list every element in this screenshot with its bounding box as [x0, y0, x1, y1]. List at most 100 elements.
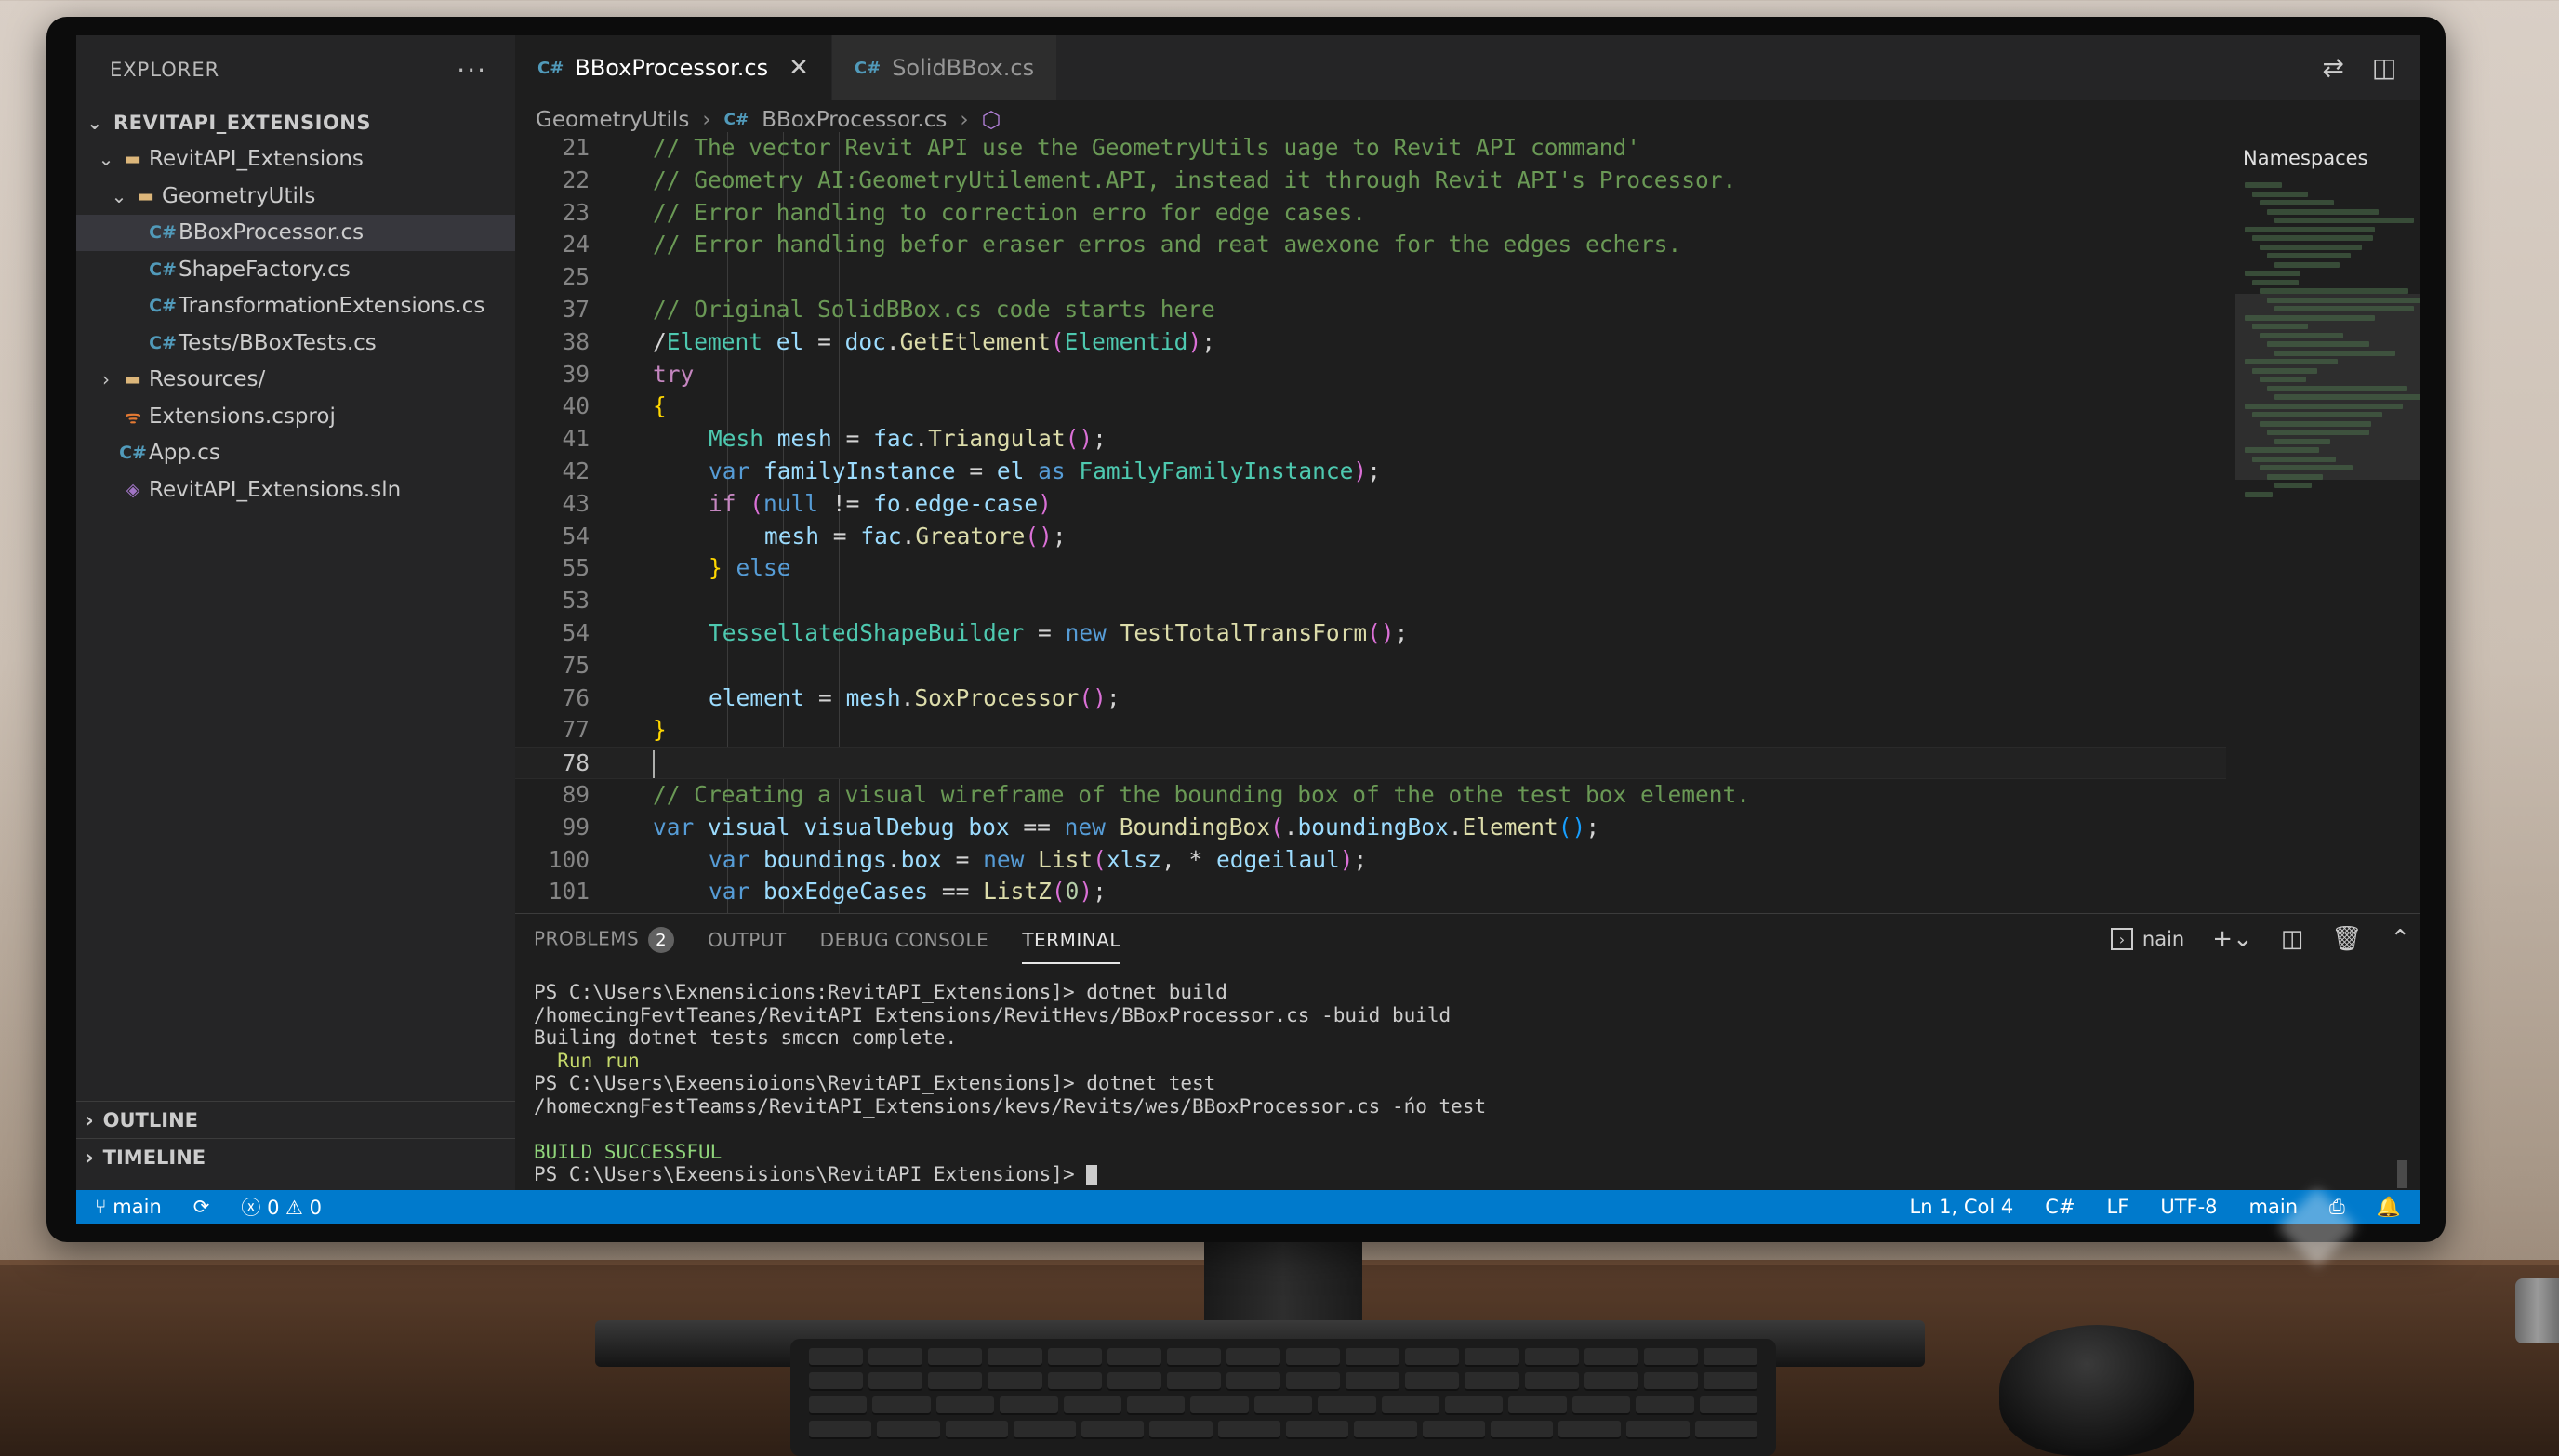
csharp-file-icon: C#	[537, 58, 564, 78]
line-ending[interactable]: LF	[2107, 1196, 2129, 1218]
tree-item-file[interactable]: ◈ RevitAPI_Extensions.sln	[76, 471, 515, 509]
code-line[interactable]: 78	[515, 747, 2226, 779]
terminal-shell-selector[interactable]: › nain	[2110, 928, 2185, 950]
compare-changes-icon[interactable]: ⇄	[2322, 52, 2343, 83]
warning-icon: ⚠	[285, 1197, 310, 1219]
language-mode[interactable]: C#	[2045, 1196, 2075, 1218]
close-icon[interactable]: ✕	[789, 54, 809, 82]
code-line[interactable]: 54 TessellatedShapeBuilder = new TestTota…	[515, 617, 2226, 650]
minimap-line	[2252, 456, 2336, 462]
split-editor-icon[interactable]: ◫	[2372, 52, 2396, 83]
workspace-root[interactable]: ⌄ REVITAPI_EXTENSIONS	[76, 104, 515, 141]
terminal-line: PS C:\Users\Exnensicions:RevitAPI_Extens…	[534, 981, 1227, 1003]
terminal-cursor	[1086, 1165, 1098, 1185]
encoding[interactable]: UTF-8	[2160, 1196, 2217, 1218]
problems-indicator[interactable]: ⓧ 0 ⚠ 0	[241, 1193, 322, 1221]
tree-item-file[interactable]: C# ShapeFactory.cs	[76, 251, 515, 288]
more-actions-icon[interactable]: ···	[457, 55, 487, 86]
outline-section[interactable]: › OUTLINE	[76, 1101, 515, 1138]
chevron-right-icon: ›	[702, 108, 711, 132]
code-line[interactable]: 24 // Error handling befor eraser erros a…	[515, 229, 2226, 261]
code-editor[interactable]: 21 // The vector Revit API use the Geomet…	[515, 132, 2226, 913]
tab-problems[interactable]: PROBLEMS 2	[534, 927, 675, 953]
code-text: // Original SolidBBox.cs code starts her…	[653, 295, 1215, 323]
tree-item-folder[interactable]: ⌄ ▬ GeometryUtils	[76, 178, 515, 215]
split-terminal-icon[interactable]: ◫	[2281, 925, 2304, 953]
code-line[interactable]: 54 mesh = fac.Greatore();	[515, 521, 2226, 553]
editor-actions: ⇄ ◫ ···	[2322, 52, 2420, 83]
code-line[interactable]: 39 try	[515, 359, 2226, 391]
line-number: 78	[562, 749, 590, 777]
code-line[interactable]: 55} else	[515, 552, 2226, 585]
panel-actions: ›nain +⌄ ◫ 🗑 ⌃ ✕	[2110, 925, 2420, 953]
code-line[interactable]: 23 // Error handling to correction erro f…	[515, 197, 2226, 230]
tree-item-file[interactable]: C# App.cs	[76, 435, 515, 472]
code-line[interactable]: 21 // The vector Revit API use the Geomet…	[515, 132, 2226, 165]
minimap-line	[2274, 261, 2340, 268]
tab-solidbbox[interactable]: C# SolidBBox.cs	[831, 35, 1058, 100]
branch-name: main	[113, 1196, 162, 1218]
code-line[interactable]: 22 // Geometry AI:GeometryUtilement.API, …	[515, 165, 2226, 197]
explorer-title: EXPLORER	[110, 59, 220, 81]
terminal-output[interactable]: PS C:\Users\Exnensicions:RevitAPI_Extens…	[534, 981, 1486, 1186]
tree-item-label: ShapeFactory.cs	[179, 257, 351, 282]
line-number: 38	[562, 327, 590, 355]
tree-item-file[interactable]: C# Tests/BBoxTests.cs	[76, 324, 515, 362]
breadcrumb-file[interactable]: BBoxProcessor.cs	[762, 108, 947, 132]
code-line[interactable]: 37 // Original SolidBBox.cs code starts h…	[515, 294, 2226, 326]
outline-label: OUTLINE	[102, 1108, 199, 1132]
code-line[interactable]: 42 var familyInstance = el as FamilyFamil…	[515, 456, 2226, 488]
symbol-namespace-icon[interactable]: ⬡	[982, 107, 1001, 133]
minimap-line	[2274, 306, 2414, 311]
tree-item-file[interactable]: ᯤ Extensions.csproj	[76, 398, 515, 435]
shell-name: nain	[2141, 928, 2185, 950]
tab-output[interactable]: OUTPUT	[708, 929, 787, 951]
tree-item-folder[interactable]: ⌄ ▬ RevitAPI_Extensions	[76, 141, 515, 179]
branch-indicator[interactable]: ⑂ main	[95, 1196, 162, 1218]
sync-icon[interactable]: ⟳	[193, 1196, 210, 1218]
line-number: 40	[562, 392, 590, 420]
line-number: 54	[562, 618, 590, 646]
code-line[interactable]: 99 var visual visualDebug box == new Boun…	[515, 812, 2226, 844]
line-number: 24	[562, 231, 590, 258]
code-line[interactable]: 43 if (null != fo.edge-case)	[515, 488, 2226, 521]
csharp-file-icon: C#	[149, 222, 177, 244]
tree-item-file[interactable]: C# TransformationExtensions.cs	[76, 288, 515, 325]
minimap-line	[2260, 332, 2343, 338]
code-line[interactable]: 40 {	[515, 390, 2226, 423]
tree-item-label: Extensions.csproj	[149, 404, 336, 429]
cursor-position[interactable]: Ln 1, Col 4	[1910, 1196, 2014, 1218]
minimap-line	[2252, 235, 2373, 241]
terminal-line: PS C:\Users\Exeensioions\RevitAPI_Extens…	[534, 1072, 1216, 1094]
code-line[interactable]: 100 var boundings.box = new List(xlsz, * …	[515, 844, 2226, 877]
minimap-line	[2245, 226, 2375, 232]
tree-item-folder[interactable]: › ▬ Resources/	[76, 362, 515, 399]
panel-tabs: PROBLEMS 2 OUTPUT DEBUG CONSOLE TERMINAL	[534, 914, 1121, 966]
tree-item-file[interactable]: C# BBoxProcessor.cs	[76, 214, 515, 251]
bell-icon[interactable]: 🔔	[2377, 1196, 2401, 1219]
minimap-line	[2267, 473, 2323, 480]
breadcrumb-folder[interactable]: GeometryUtils	[536, 108, 689, 132]
code-line[interactable]: 77}	[515, 714, 2226, 747]
code-line[interactable]: 75	[515, 650, 2226, 682]
code-line[interactable]: 76 element = mesh.SoxProcessor();	[515, 682, 2226, 715]
minimap[interactable]	[2235, 182, 2420, 629]
code-line[interactable]: 41 Mesh mesh = fac.Triangulat();	[515, 423, 2226, 456]
tab-debug-console[interactable]: DEBUG CONSOLE	[820, 929, 989, 951]
code-line[interactable]: 53	[515, 585, 2226, 617]
terminal-scrollbar[interactable]	[2397, 1160, 2407, 1188]
line-number: 21	[562, 134, 590, 161]
terminal-line: BUILD SUCCESSFUL	[534, 1140, 723, 1163]
code-text: // Creating a visual wireframe of the bo…	[653, 780, 1751, 808]
code-line[interactable]: 25	[515, 261, 2226, 294]
tab-terminal[interactable]: TERMINAL	[1022, 916, 1121, 964]
timeline-section[interactable]: › TIMELINE	[76, 1138, 515, 1175]
code-line[interactable]: 101 var boxEdgeCases == ListZ(0);	[515, 876, 2226, 908]
code-line[interactable]: 89 // Creating a visual wireframe of the …	[515, 779, 2226, 812]
minimap-line	[2245, 403, 2403, 409]
chevron-up-icon[interactable]: ⌃	[2390, 925, 2410, 953]
trash-icon[interactable]: 🗑	[2331, 925, 2362, 953]
tab-bboxprocessor[interactable]: C# BBoxProcessor.cs ✕	[515, 35, 832, 100]
code-line[interactable]: 38/Element el = doc.GetEtlement(Elementi…	[515, 326, 2226, 359]
add-terminal-icon[interactable]: +⌄	[2212, 925, 2253, 953]
